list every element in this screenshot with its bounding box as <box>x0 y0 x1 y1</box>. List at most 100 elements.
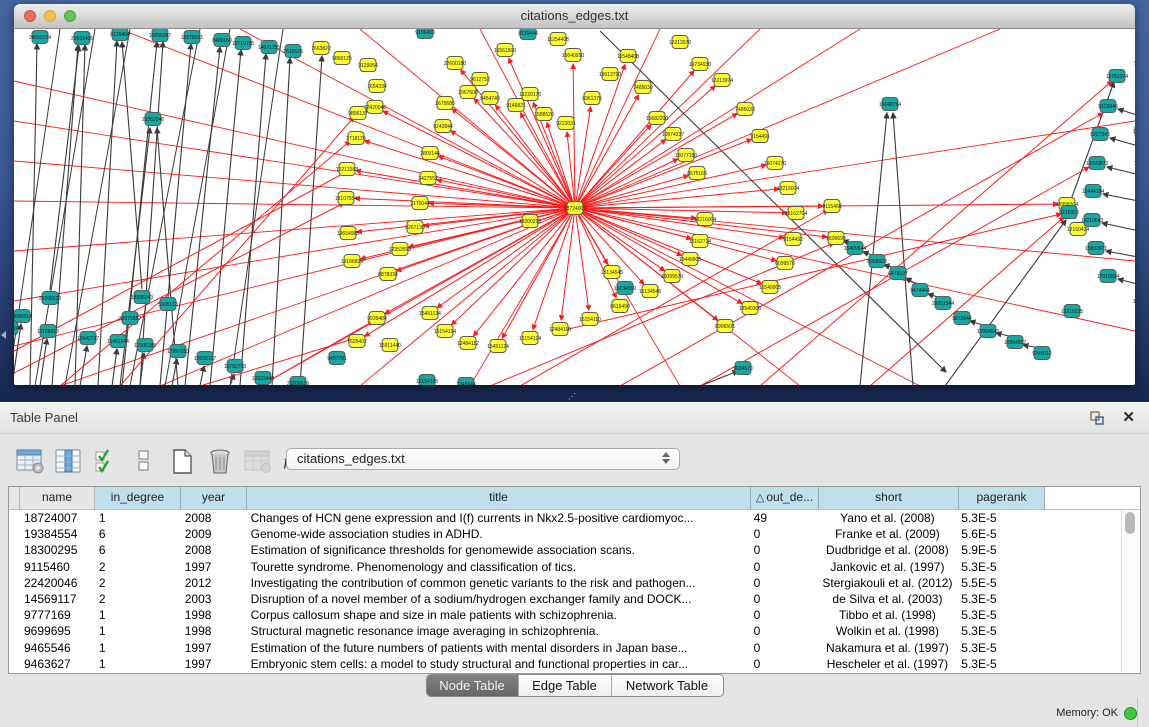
table-row[interactable]: 946554611997Estimation of the future num… <box>9 640 1121 656</box>
cell-out_degree[interactable]: 0 <box>750 591 818 607</box>
graph-node[interactable]: 11548408 <box>617 50 639 63</box>
graph-node[interactable]: 14671355 <box>258 41 280 54</box>
cell-in_degree[interactable]: 6 <box>95 526 181 542</box>
graph-node[interactable]: 9474444 <box>910 284 930 297</box>
graph-node[interactable]: 9272044 <box>1133 125 1135 138</box>
graph-node[interactable]: 9810644 <box>952 312 972 325</box>
cell-short[interactable]: Franke et al. (2009) <box>818 526 958 542</box>
graph-node[interactable]: 1588520 <box>534 108 554 121</box>
graph-node[interactable]: 13220170 <box>519 88 541 101</box>
panel-collapse-arrow-icon[interactable] <box>1 331 6 339</box>
graph-node[interactable]: 12484110 <box>549 323 571 336</box>
cell-short[interactable]: Wolkin et al. (1998) <box>818 623 958 639</box>
cell-pagerank[interactable]: 5.3E-5 <box>957 656 1043 672</box>
graph-node[interactable]: 8215953 <box>1059 206 1079 219</box>
graph-node[interactable]: 15549905 <box>759 281 781 294</box>
cell-short[interactable]: de Silva et al. (2003) <box>818 591 958 607</box>
graph-node[interactable]: 12603444 <box>1134 157 1135 170</box>
cell-name[interactable]: 22420046 <box>20 575 95 591</box>
cell-short[interactable]: Hescheler et al. (1997) <box>818 656 958 672</box>
cell-in_degree[interactable]: 1 <box>95 623 181 639</box>
graph-node[interactable]: 15451134 <box>419 307 441 320</box>
graph-node[interactable]: 2803144 <box>420 147 440 160</box>
graph-node[interactable]: 20206516 <box>287 377 309 386</box>
graph-node[interactable]: 9227343 <box>1090 128 1110 141</box>
cell-pagerank[interactable]: 5.3E-5 <box>957 623 1043 639</box>
cell-name[interactable]: 14569117 <box>20 591 95 607</box>
column-header-year[interactable]: year <box>181 487 247 509</box>
graph-node[interactable]: 9615490 <box>610 300 630 313</box>
graph-node[interactable]: 11254408 <box>547 33 569 46</box>
graph-node[interactable]: 15892971 <box>1085 242 1107 255</box>
table-settings-icon[interactable] <box>15 446 45 476</box>
graph-node[interactable]: 7515526 <box>283 45 303 58</box>
cell-title[interactable]: Estimation of the future numbers of pati… <box>247 640 750 656</box>
graph-node[interactable]: 15751074 <box>1106 70 1128 83</box>
graph-node[interactable]: 10964542 <box>977 325 999 338</box>
graph-node[interactable]: 30975887 <box>119 312 141 325</box>
graph-node[interactable]: 8139404 <box>110 29 130 41</box>
cell-in_degree[interactable]: 2 <box>95 591 181 607</box>
cell-out_degree[interactable]: 0 <box>750 575 818 591</box>
graph-node[interactable]: 18549300 <box>739 302 761 315</box>
table-row[interactable]: 1872400712008Changes of HCN gene express… <box>9 510 1121 526</box>
graph-node[interactable]: 16648794 <box>879 98 901 111</box>
cell-out_degree[interactable]: 49 <box>750 510 818 526</box>
graph-node[interactable]: 8580814 <box>14 310 32 323</box>
cell-out_degree[interactable]: 0 <box>750 559 818 575</box>
graph-node[interactable]: 3170044 <box>410 197 430 210</box>
cell-pagerank[interactable]: 5.5E-5 <box>957 575 1043 591</box>
cell-out_degree[interactable]: 0 <box>750 526 818 542</box>
cell-title[interactable]: Disruption of a novel member of a sodium… <box>247 591 750 607</box>
tab-node-table[interactable]: Node Table <box>427 675 519 696</box>
cell-year[interactable]: 1998 <box>181 623 247 639</box>
graph-node[interactable]: 13942737 <box>77 332 99 345</box>
graph-node[interactable]: 18995043 <box>131 291 153 304</box>
cell-year[interactable]: 1997 <box>181 559 247 575</box>
cell-name[interactable]: 9777169 <box>20 607 95 623</box>
graph-node[interactable]: 7663822 <box>311 42 331 55</box>
cell-in_degree[interactable]: 1 <box>95 656 181 672</box>
graph-node[interactable]: 10655287 <box>149 29 171 42</box>
close-panel-icon[interactable]: ✕ <box>1122 408 1135 426</box>
delete-table-icon[interactable] <box>243 446 273 476</box>
graph-node[interactable]: 12353593 <box>389 243 411 256</box>
cell-in_degree[interactable]: 2 <box>95 559 181 575</box>
cell-out_degree[interactable]: 0 <box>750 607 818 623</box>
graph-node[interactable]: 9245012 <box>1032 347 1052 360</box>
cell-name[interactable]: 9463627 <box>20 656 95 672</box>
graph-node[interactable]: 16782753 <box>224 360 246 373</box>
table-row[interactable]: 1938455462009Genome-wide association stu… <box>9 526 1121 542</box>
cell-pagerank[interactable]: 5.9E-5 <box>957 542 1043 558</box>
graph-node[interactable]: 16077150 <box>675 149 697 162</box>
graph-node[interactable]: 6479197 <box>888 267 908 280</box>
graph-node[interactable]: 16154134 <box>434 325 456 338</box>
graph-node[interactable]: 9699695 <box>826 232 846 245</box>
graph-node[interactable]: 12093872 <box>1086 157 1108 170</box>
cell-in_degree[interactable]: 1 <box>95 510 181 526</box>
graph-node[interactable]: 9694570 <box>733 362 753 375</box>
graph-node[interactable]: 2967608 <box>458 86 478 99</box>
cell-title[interactable]: Genome-wide association studies in ADHD. <box>247 526 750 542</box>
graph-node[interactable]: 18300295 <box>519 215 541 228</box>
graph-node[interactable]: 12213974 <box>711 74 733 87</box>
cell-in_degree[interactable]: 2 <box>95 575 181 591</box>
graph-node[interactable]: 9457791 <box>327 352 347 365</box>
cell-pagerank[interactable]: 5.3E-5 <box>957 510 1043 526</box>
graph-node[interactable]: 7485030 <box>633 81 653 94</box>
graph-node[interactable]: 9129954 <box>358 59 378 72</box>
graph-node[interactable]: 9129946 <box>1098 100 1118 113</box>
graph-node[interactable]: 6961375 <box>582 92 602 105</box>
cell-pagerank[interactable]: 5.3E-5 <box>957 591 1043 607</box>
cell-pagerank[interactable]: 5.6E-5 <box>957 526 1043 542</box>
graph-node[interactable]: 16911440 <box>379 339 401 352</box>
graph-node[interactable]: 15449905 <box>679 253 701 266</box>
cell-in_degree[interactable]: 1 <box>95 640 181 656</box>
column-header-short[interactable]: short <box>819 487 959 509</box>
graph-node[interactable]: 15134560 <box>614 282 636 295</box>
network-window-titlebar[interactable]: citations_edges.txt <box>14 4 1135 29</box>
graph-node[interactable]: 16162714 <box>689 235 711 248</box>
scrollbar-thumb[interactable] <box>1125 512 1135 534</box>
graph-node[interactable]: 16210643 <box>1081 214 1103 227</box>
graph-node[interactable]: 10958107 <box>194 352 216 365</box>
